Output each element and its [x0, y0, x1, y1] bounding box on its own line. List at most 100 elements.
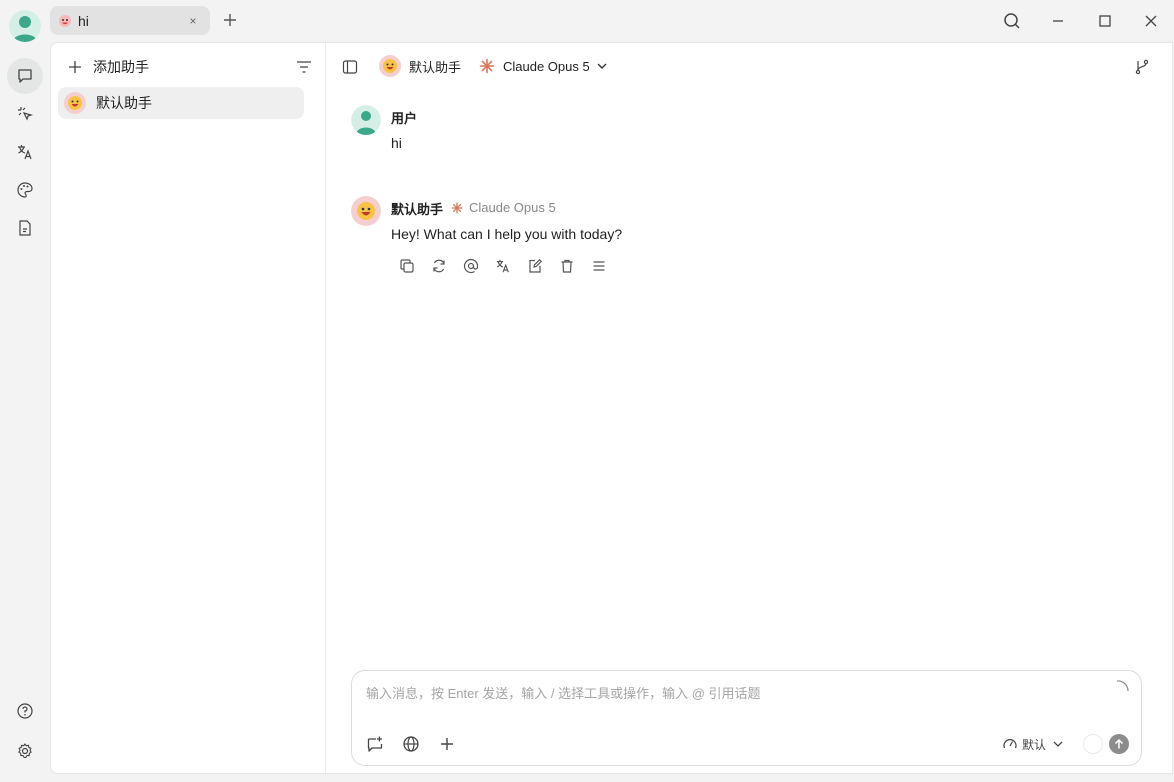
nav-translate[interactable] [7, 134, 43, 170]
chevron-down-icon [1053, 741, 1063, 747]
message-input[interactable] [366, 683, 1106, 709]
chevron-down-icon [597, 63, 607, 69]
copy-icon [400, 259, 414, 273]
topic-branch-button[interactable] [1133, 58, 1151, 76]
close-icon [1145, 15, 1157, 27]
message-composer: 默认 [351, 670, 1142, 766]
maximize-button[interactable] [1094, 10, 1116, 32]
sort-button[interactable] [295, 58, 313, 76]
plus-icon [69, 61, 81, 73]
edit-icon [529, 258, 543, 273]
grinning-emoji-icon [64, 92, 86, 114]
composer-toolbar [366, 733, 474, 755]
sidebar-item-default-assistant[interactable]: 默认助手 [58, 87, 304, 119]
translate-icon [496, 259, 509, 273]
sidebar-item-label: 默认助手 [96, 95, 152, 111]
translate-button[interactable] [487, 255, 519, 277]
palette-icon [17, 182, 33, 198]
header-model-name: Claude Opus 5 [503, 58, 590, 74]
model-selector[interactable]: Claude Opus 5 [479, 55, 608, 77]
gauge-icon [1003, 739, 1017, 749]
edit-button[interactable] [519, 255, 551, 277]
user-avatar [351, 105, 381, 135]
delete-button[interactable] [551, 255, 583, 277]
more-button[interactable] [583, 255, 615, 277]
loading-spinner-icon [1116, 680, 1129, 692]
refresh-icon [433, 259, 445, 273]
assistant-avatar [351, 196, 381, 226]
assistant-avatar [64, 92, 86, 114]
menu-icon [593, 261, 605, 271]
document-icon [19, 220, 31, 236]
search-button[interactable] [1001, 10, 1023, 32]
message-model: Claude Opus 5 [451, 200, 556, 215]
minimize-icon [1053, 20, 1063, 22]
send-button[interactable] [1109, 734, 1129, 754]
sidebar-icon [342, 60, 358, 74]
new-tab-button[interactable] [220, 10, 240, 30]
mention-button[interactable] [455, 255, 487, 277]
settings-button[interactable] [7, 733, 43, 769]
tab-hi[interactable]: hi × [50, 6, 210, 35]
help-icon [17, 703, 33, 719]
toggle-sidebar-button[interactable] [341, 58, 359, 76]
header-assistant-selector[interactable]: 默认助手 [379, 55, 461, 77]
assistant-emoji-icon [59, 14, 71, 27]
at-sign-icon [463, 258, 479, 274]
arrow-up-icon [1114, 738, 1124, 749]
chat-area: 默认助手 Claude Opus 5 用户 hi 默认助手 Claude Opu… [327, 43, 1173, 773]
nav-files[interactable] [7, 210, 43, 246]
gear-icon [18, 743, 32, 759]
new-topic-button[interactable] [366, 733, 402, 755]
grinning-emoji-icon [379, 55, 401, 77]
trash-icon [561, 259, 573, 273]
user-avatar-icon [13, 16, 37, 42]
message-model-name: Claude Opus 5 [469, 200, 556, 215]
main-panel: 添加助手 默认助手 默认助手 Claude Opus 5 用户 hi 默认助手 … [50, 42, 1173, 774]
filter-icon [297, 61, 311, 73]
message-text: hi [391, 135, 402, 151]
more-tools-button[interactable] [438, 733, 474, 755]
message-actions [391, 255, 615, 277]
minimize-button[interactable] [1047, 10, 1069, 32]
header-assistant-name: 默认助手 [409, 59, 462, 75]
help-button[interactable] [7, 693, 43, 729]
claude-logo-icon [451, 201, 463, 214]
token-usage-indicator [1083, 734, 1103, 754]
maximize-icon [1099, 15, 1111, 27]
close-tab-icon[interactable]: × [186, 14, 200, 28]
add-assistant-button[interactable]: 添加助手 [67, 55, 149, 79]
plus-icon [441, 738, 453, 750]
close-window-button[interactable] [1140, 10, 1162, 32]
chat-header: 默认助手 Claude Opus 5 [327, 43, 1173, 89]
user-avatar-icon [351, 105, 381, 135]
regenerate-button[interactable] [423, 255, 455, 277]
plus-icon [224, 14, 236, 26]
search-icon [1004, 13, 1020, 29]
tab-label: hi [78, 12, 89, 29]
sparkle-cursor-icon [18, 107, 34, 121]
globe-icon [403, 736, 419, 752]
assistant-sidebar: 添加助手 默认助手 [51, 43, 326, 773]
title-bar: hi × [0, 0, 1174, 42]
translate-icon [18, 145, 32, 160]
message-author: 用户 [391, 111, 418, 126]
assistant-avatar [379, 55, 401, 77]
git-branch-icon [1135, 59, 1149, 75]
chat-bubble-icon [18, 69, 32, 83]
claude-logo-icon [479, 58, 495, 74]
nav-paint[interactable] [7, 172, 43, 208]
new-chat-icon [367, 736, 383, 752]
message-author: 默认助手 [391, 202, 444, 217]
nav-agents[interactable] [7, 96, 43, 132]
web-search-button[interactable] [402, 733, 438, 755]
nav-rail [0, 42, 50, 782]
message-text: Hey! What can I help you with today? [391, 226, 623, 242]
copy-button[interactable] [391, 255, 423, 277]
nav-chat[interactable] [7, 58, 43, 94]
user-avatar[interactable] [9, 10, 41, 42]
app-window: hi × 添加助手 默认助手 默认助手 Claude Opus 5 用户 hi … [0, 0, 1174, 782]
reasoning-label: 默认 [1022, 737, 1047, 752]
grinning-emoji-icon [351, 196, 381, 226]
reasoning-selector[interactable]: 默认 [1002, 733, 1064, 755]
